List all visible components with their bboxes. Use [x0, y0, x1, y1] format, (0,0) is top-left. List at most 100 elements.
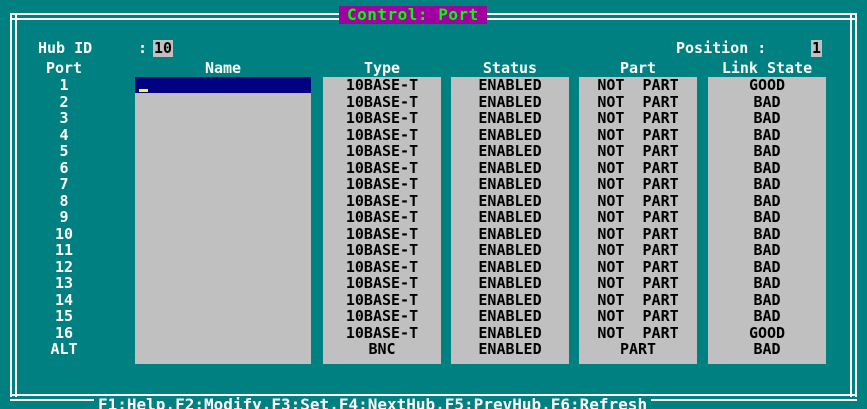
part-cell[interactable]: PART	[579, 341, 697, 357]
part-cell[interactable]: NOT PART	[579, 143, 697, 159]
header-port: Port	[45, 59, 83, 77]
port-number: 8	[59, 191, 69, 210]
status-cell[interactable]: ENABLED	[451, 160, 569, 176]
name-cell[interactable]	[135, 341, 311, 357]
type-cell: 10BASE-T	[345, 175, 419, 193]
link-state-cell: BAD	[753, 109, 781, 127]
type-column: 10BASE-T 10BASE-T 10BASE-T 10BASE-T 10BASE-T…	[323, 77, 441, 364]
part-cell[interactable]: NOT PART	[579, 259, 697, 275]
status-cell[interactable]: ENABLED	[451, 110, 569, 126]
part-cell[interactable]: NOT PART	[579, 292, 697, 308]
link-state-cell: BAD	[753, 274, 781, 292]
name-cell[interactable]	[135, 77, 311, 93]
status-column: ENABLED ENABLED ENABLED ENABLED ENABLED ENABL…	[451, 77, 569, 364]
part-cell[interactable]: NOT PART	[579, 77, 697, 93]
port-number: 3	[59, 109, 69, 127]
name-cell[interactable]	[135, 110, 311, 126]
position-field[interactable]: 1	[811, 40, 823, 57]
name-cell[interactable]	[135, 176, 311, 192]
name-cell[interactable]	[135, 292, 311, 308]
type-cell: 10BASE-T	[345, 224, 419, 243]
name-cell[interactable]	[135, 308, 311, 324]
port-number: 10	[54, 224, 74, 243]
type-cell: 10BASE-T	[345, 158, 419, 177]
link-state-cell: GOOD	[748, 76, 786, 94]
part-cell[interactable]: NOT PART	[579, 242, 697, 258]
name-cell[interactable]	[135, 127, 311, 143]
type-cell: 10BASE-T	[345, 241, 419, 259]
name-cell[interactable]	[135, 325, 311, 341]
status-cell[interactable]: ENABLED	[451, 176, 569, 192]
header-status: Status	[482, 59, 538, 77]
part-cell[interactable]: NOT PART	[579, 226, 697, 242]
status-cell[interactable]: ENABLED	[451, 143, 569, 159]
part-cell[interactable]: NOT PART	[579, 160, 697, 176]
status-cell[interactable]: ENABLED	[451, 193, 569, 209]
type-cell: 10BASE-T	[345, 109, 419, 127]
header-link-state: Link State	[721, 59, 813, 77]
port-number: 5	[59, 142, 69, 160]
link-state-cell: BAD	[753, 290, 781, 309]
part-cell[interactable]: NOT PART	[579, 209, 697, 225]
type-cell: 10BASE-T	[345, 274, 419, 292]
status-cell[interactable]: ENABLED	[451, 77, 569, 93]
port-number: ALT	[50, 340, 78, 358]
link-state-cell: BAD	[753, 340, 781, 358]
link-state-cell: BAD	[753, 175, 781, 193]
type-cell: 10BASE-T	[345, 290, 419, 309]
status-cell[interactable]: ENABLED	[451, 292, 569, 308]
header-part: Part	[619, 59, 657, 77]
status-cell[interactable]: ENABLED	[451, 341, 569, 357]
hub-id-field[interactable]: 10	[153, 40, 174, 57]
type-cell: 10BASE-T	[345, 323, 419, 342]
header-name: Name	[204, 59, 242, 77]
name-cell[interactable]	[135, 143, 311, 159]
status-cell[interactable]: ENABLED	[451, 259, 569, 275]
port-number: 4	[59, 125, 69, 144]
status-cell[interactable]: ENABLED	[451, 209, 569, 225]
name-cell[interactable]	[135, 242, 311, 258]
port-number: 2	[59, 92, 69, 111]
part-cell[interactable]: NOT PART	[579, 127, 697, 143]
part-cell[interactable]: NOT PART	[579, 110, 697, 126]
type-cell: 10BASE-T	[345, 76, 419, 94]
port-control-screen: Control: Port Hub ID : 10 Position : 1 P…	[0, 0, 867, 409]
type-cell: 10BASE-T	[345, 142, 419, 160]
link-state-cell: BAD	[753, 158, 781, 177]
part-cell[interactable]: NOT PART	[579, 94, 697, 110]
name-cell[interactable]	[135, 94, 311, 110]
name-column[interactable]	[135, 77, 311, 364]
type-cell: 10BASE-T	[345, 307, 419, 325]
type-cell: 10BASE-T	[345, 208, 419, 226]
name-cell[interactable]	[135, 193, 311, 209]
name-cell[interactable]	[135, 259, 311, 275]
link-state-column: GOOD BAD BAD BAD BAD BAD BAD BAD BAD BAD BAD BAD BAD…	[708, 77, 826, 364]
frame-right-border	[850, 13, 857, 397]
hub-id-separator: :	[138, 39, 148, 57]
port-number: 16	[54, 323, 74, 342]
name-cell[interactable]	[135, 226, 311, 242]
part-cell[interactable]: NOT PART	[579, 275, 697, 291]
status-cell[interactable]: ENABLED	[451, 242, 569, 258]
status-cell[interactable]: ENABLED	[451, 308, 569, 324]
status-cell[interactable]: ENABLED	[451, 325, 569, 341]
part-cell[interactable]: NOT PART	[579, 193, 697, 209]
part-cell[interactable]: NOT PART	[579, 308, 697, 324]
status-cell[interactable]: ENABLED	[451, 127, 569, 143]
part-cell[interactable]: NOT PART	[579, 176, 697, 192]
link-state-cell: BAD	[753, 224, 781, 243]
port-number: 1	[59, 76, 69, 94]
name-cell[interactable]	[135, 160, 311, 176]
link-state-cell: BAD	[753, 307, 781, 325]
part-cell[interactable]: NOT PART	[579, 325, 697, 341]
name-cell[interactable]	[135, 275, 311, 291]
name-cell[interactable]	[135, 209, 311, 225]
port-number: 6	[59, 158, 69, 177]
link-state-cell: BAD	[753, 191, 781, 210]
link-state-cell: BAD	[753, 257, 781, 276]
status-cell[interactable]: ENABLED	[451, 94, 569, 110]
port-number: 7	[59, 175, 69, 193]
status-cell[interactable]: ENABLED	[451, 226, 569, 242]
link-state-cell: BAD	[753, 92, 781, 111]
status-cell[interactable]: ENABLED	[451, 275, 569, 291]
